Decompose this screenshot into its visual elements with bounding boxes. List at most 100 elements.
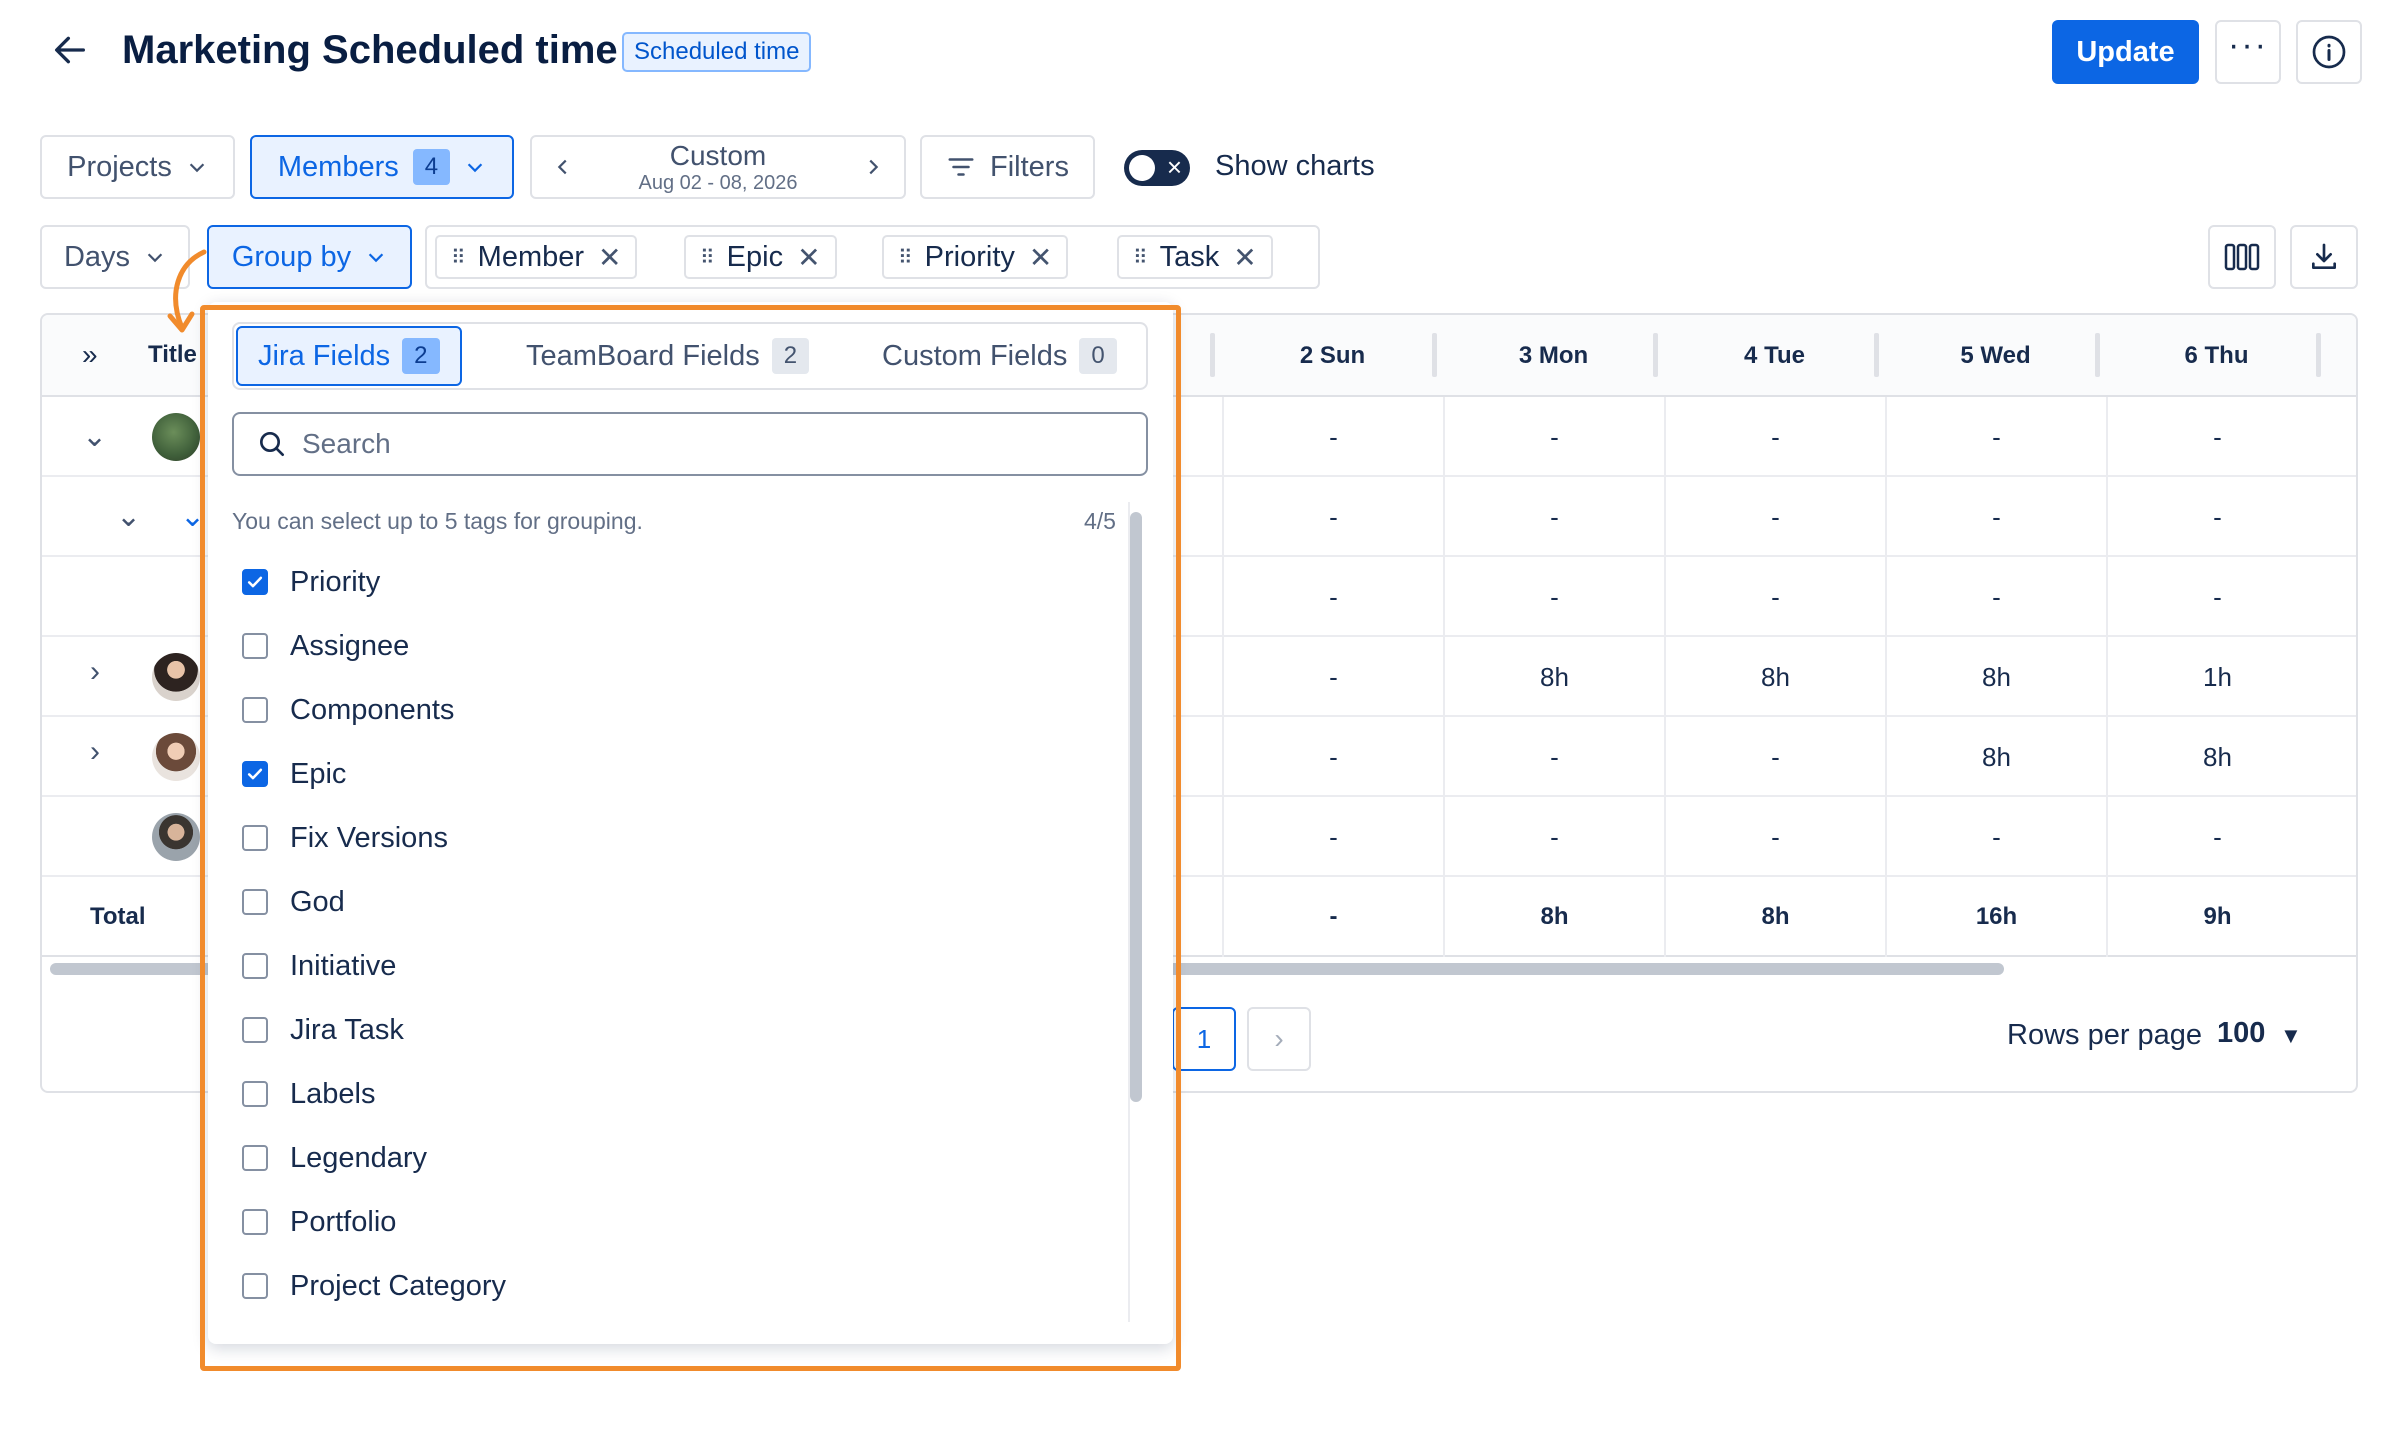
field-option[interactable]: Labels	[232, 1062, 1112, 1126]
field-option[interactable]: Project Category	[232, 1254, 1112, 1318]
chevron-right-icon[interactable]	[862, 156, 884, 178]
members-count: 4	[412, 149, 451, 185]
hours-cell: -	[2106, 397, 2327, 477]
column-resizer[interactable]	[1210, 333, 1215, 377]
members-dropdown[interactable]: Members 4	[250, 135, 514, 199]
expand-all-icon[interactable]: »	[82, 339, 98, 371]
day-header-sun: 2 Sun	[1222, 315, 1443, 397]
checkbox[interactable]	[242, 889, 268, 915]
group-by-label: Group by	[231, 240, 352, 273]
tab-count: 0	[1079, 338, 1117, 374]
group-chip-member[interactable]: ⠿ Member ✕	[435, 235, 638, 279]
days-label: Days	[63, 240, 131, 273]
checkbox[interactable]	[242, 1017, 268, 1043]
checkbox[interactable]	[242, 1209, 268, 1235]
group-chip-epic[interactable]: ⠿ Epic ✕	[684, 235, 837, 279]
grouping-hint: You can select up to 5 tags for grouping…	[232, 508, 643, 534]
page-button-current[interactable]: 1	[1172, 1007, 1236, 1071]
group-by-dropdown[interactable]: Group by	[207, 225, 412, 289]
vertical-scrollbar[interactable]	[1130, 512, 1142, 1102]
hours-cell: -	[2106, 477, 2327, 557]
chevron-right-icon[interactable]: ›	[90, 655, 100, 689]
chevron-down-icon[interactable]: ⌄	[116, 499, 141, 534]
caret-down-icon[interactable]: ▼	[2280, 1023, 2302, 1049]
filters-button[interactable]: Filters	[920, 135, 1095, 199]
columns-button[interactable]	[2208, 225, 2276, 289]
field-option[interactable]: God	[232, 870, 1112, 934]
close-icon[interactable]: ✕	[1029, 241, 1052, 274]
chevron-left-icon[interactable]	[552, 156, 574, 178]
field-option[interactable]: Priority	[232, 550, 1112, 614]
checkbox-checked[interactable]	[242, 569, 268, 595]
close-icon[interactable]: ✕	[598, 241, 621, 274]
drag-handle-icon[interactable]: ⠿	[700, 245, 715, 270]
drag-handle-icon[interactable]: ⠿	[451, 245, 466, 270]
option-label: Components	[290, 693, 455, 726]
rows-per-page-select[interactable]: 100	[2217, 1017, 2265, 1050]
tab-jira-fields[interactable]: Jira Fields 2	[236, 326, 462, 386]
search-input[interactable]	[302, 428, 1102, 460]
total-cell: 8h	[1443, 877, 1664, 957]
total-cell: -	[1222, 877, 1443, 957]
close-icon[interactable]: ✕	[1233, 241, 1256, 274]
checkbox[interactable]	[242, 825, 268, 851]
option-label: Jira Task	[290, 1013, 404, 1046]
checkbox[interactable]	[242, 633, 268, 659]
hours-cell: 1h	[2106, 637, 2327, 717]
info-button[interactable]	[2296, 20, 2362, 84]
column-resizer[interactable]	[1874, 333, 1879, 377]
column-resizer[interactable]	[1653, 333, 1658, 377]
check-icon	[247, 768, 263, 780]
option-label: Project Category	[290, 1269, 506, 1302]
drag-handle-icon[interactable]: ⠿	[1133, 245, 1148, 270]
chevron-down-icon[interactable]: ⌄	[82, 419, 107, 454]
update-button[interactable]: Update	[2052, 20, 2199, 84]
show-charts-toggle[interactable]: ×	[1124, 150, 1190, 186]
hours-cell: 8h	[1443, 637, 1664, 717]
checkbox[interactable]	[242, 697, 268, 723]
field-option[interactable]: Epic	[232, 742, 1112, 806]
download-button[interactable]	[2290, 225, 2358, 289]
hours-cell: -	[1885, 557, 2106, 637]
chevron-right-icon[interactable]: ›	[90, 735, 100, 769]
field-option[interactable]: Jira Task	[232, 998, 1112, 1062]
date-range-picker[interactable]: Custom Aug 02 - 08, 2026	[530, 135, 906, 199]
chevron-down-icon[interactable]: ⌄	[180, 499, 205, 534]
field-option[interactable]: Fix Versions	[232, 806, 1112, 870]
hours-cell: -	[1222, 717, 1443, 797]
tab-label: Jira Fields	[258, 339, 391, 372]
column-resizer[interactable]	[1432, 333, 1437, 377]
avatar	[152, 413, 200, 461]
members-label: Members	[277, 150, 399, 183]
drag-handle-icon[interactable]: ⠿	[898, 245, 913, 270]
field-option[interactable]: Portfolio	[232, 1190, 1112, 1254]
next-page-button[interactable]: ›	[1247, 1007, 1311, 1071]
field-options-list: Priority Assignee Components Epic Fix Versio…	[232, 550, 1112, 1318]
back-button[interactable]	[50, 30, 100, 74]
day-header-mon: 3 Mon	[1443, 315, 1664, 397]
close-icon[interactable]: ✕	[797, 241, 820, 274]
hours-cell: -	[1443, 797, 1664, 877]
checkbox-checked[interactable]	[242, 761, 268, 787]
checkbox[interactable]	[242, 953, 268, 979]
column-resizer[interactable]	[2095, 333, 2100, 377]
hours-cell: -	[1885, 797, 2106, 877]
option-label: Epic	[290, 757, 347, 790]
checkbox[interactable]	[242, 1273, 268, 1299]
field-option[interactable]: Components	[232, 678, 1112, 742]
group-chip-task[interactable]: ⠿ Task ✕	[1117, 235, 1273, 279]
more-button[interactable]: ···	[2215, 20, 2281, 84]
columns-icon	[2224, 243, 2260, 271]
search-field[interactable]	[232, 412, 1148, 476]
tab-custom-fields[interactable]: Custom Fields 0	[862, 326, 1137, 386]
tab-teamboard-fields[interactable]: TeamBoard Fields 2	[506, 326, 829, 386]
group-chip-priority[interactable]: ⠿ Priority ✕	[882, 235, 1069, 279]
projects-dropdown[interactable]: Projects	[40, 135, 235, 199]
checkbox[interactable]	[242, 1145, 268, 1171]
checkbox[interactable]	[242, 1081, 268, 1107]
field-option[interactable]: Legendary	[232, 1126, 1112, 1190]
column-resizer[interactable]	[2316, 333, 2321, 377]
hours-cell: -	[1885, 477, 2106, 557]
field-option[interactable]: Initiative	[232, 934, 1112, 998]
field-option[interactable]: Assignee	[232, 614, 1112, 678]
